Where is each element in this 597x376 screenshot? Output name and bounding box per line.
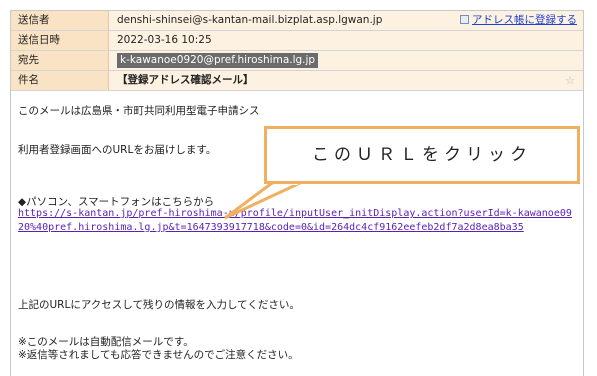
subject-row: 件名 【登録アドレス確認メール】 ☆ [11,71,583,91]
sender-label: 送信者 [11,11,109,30]
body-no-reply-notice: ※返信等されましても応答できませんのでご注意ください。 [18,349,299,361]
body-intro-line: このメールは広島県・市町共同利用型電子申請シス [18,105,260,117]
body-url-notice: 利用者登録画面へのURLをお届けします。 [18,144,217,156]
to-value: k-kawanoe0920@pref.hiroshima.lg.jp [109,51,583,70]
add-to-address-book-link[interactable]: アドレス帳に登録する [460,11,577,30]
subject-label: 件名 [11,71,109,90]
datetime-row: 送信日時 2022-03-16 10:25 [11,31,583,51]
to-label: 宛先 [11,51,109,70]
registration-url-link[interactable]: https://s-kantan.jp/pref-hiroshima-u/pro… [18,207,574,235]
body-instruction: 上記のURLにアクセスして残りの情報を入力してください。 [18,299,300,311]
recipient-address[interactable]: k-kawanoe0920@pref.hiroshima.lg.jp [117,53,319,68]
click-url-callout: このＵＲＬをクリック [264,126,580,184]
star-icon[interactable]: ☆ [565,71,575,90]
sender-row: 送信者 denshi-shinsei@s-kantan-mail.bizplat… [11,11,583,31]
datetime-label: 送信日時 [11,31,109,50]
subject-value: 【登録アドレス確認メール】 [109,71,583,90]
email-view: 送信者 denshi-shinsei@s-kantan-mail.bizplat… [10,10,584,376]
address-book-icon [460,15,469,24]
datetime-value: 2022-03-16 10:25 [109,31,583,50]
to-row: 宛先 k-kawanoe0920@pref.hiroshima.lg.jp [11,51,583,71]
add-to-address-book-label: アドレス帳に登録する [472,14,577,26]
